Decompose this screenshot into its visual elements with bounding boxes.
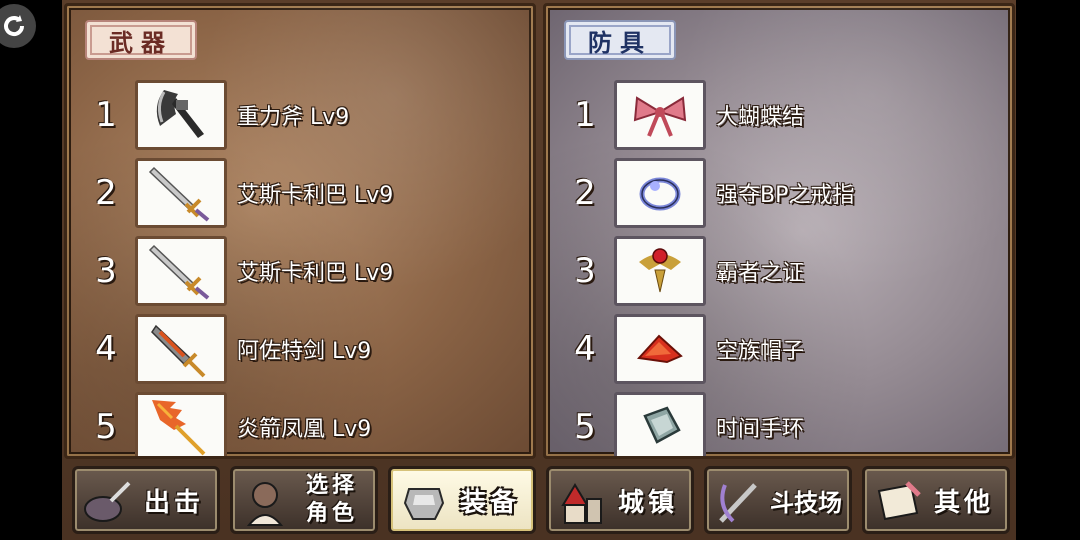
menu-label-line2: 角色 bbox=[305, 501, 358, 526]
armor-slot-3[interactable]: 3 霸者之证 bbox=[546, 234, 1012, 308]
medal-icon bbox=[614, 236, 706, 306]
slot-number: 5 bbox=[95, 407, 117, 447]
weapon-name: 炎箭凤凰 Lv9 bbox=[237, 417, 372, 442]
weapon-slot-2[interactable]: 2 艾斯卡利巴 Lv9 bbox=[67, 156, 533, 230]
silver-sword-icon bbox=[135, 236, 227, 306]
armor-slot-5[interactable]: 5 时间手环 bbox=[546, 390, 1012, 456]
weapon-slot-4[interactable]: 4 阿佐特剑 Lv9 bbox=[67, 312, 533, 386]
slot-number: 4 bbox=[95, 329, 117, 369]
left-letterbox bbox=[0, 0, 62, 540]
menu-arena-button[interactable]: 斗技场 bbox=[704, 466, 852, 534]
weapons-title: 武器 bbox=[85, 20, 197, 60]
sortie-icon bbox=[81, 475, 135, 529]
weapon-name: 艾斯卡利巴 Lv9 bbox=[237, 183, 394, 208]
menu-label-line1: 选择 bbox=[305, 473, 358, 498]
red-hat-icon bbox=[614, 314, 706, 384]
flame-dagger-icon bbox=[135, 314, 227, 384]
armor-panel: 防具 1 大蝴蝶结 2 强夺BP之戒指 3 霸者之证 4 空族帽子 5 时间手环 bbox=[543, 3, 1015, 459]
slot-number: 1 bbox=[574, 95, 596, 135]
weapon-name: 艾斯卡利巴 Lv9 bbox=[237, 261, 394, 286]
slot-number: 5 bbox=[574, 407, 596, 447]
weapon-slot-5[interactable]: 5 炎箭凤凰 Lv9 bbox=[67, 390, 533, 456]
bottom-menu: 出击 选择 角色 装备 城镇 斗技场 其他 bbox=[62, 462, 1016, 540]
slot-number: 1 bbox=[95, 95, 117, 135]
weapon-name: 重力斧 Lv9 bbox=[237, 105, 350, 130]
arena-swords-icon bbox=[713, 475, 767, 529]
menu-label: 装备 bbox=[459, 487, 520, 518]
scroll-other-icon bbox=[871, 475, 925, 529]
menu-label: 斗技场 bbox=[770, 488, 842, 517]
armor-name: 霸者之证 bbox=[716, 261, 805, 286]
menu-label: 城镇 bbox=[617, 487, 678, 518]
pink-bow-icon bbox=[614, 80, 706, 150]
armor-slot-2[interactable]: 2 强夺BP之戒指 bbox=[546, 156, 1012, 230]
menu-equipment-button[interactable]: 装备 bbox=[388, 466, 536, 534]
character-select-icon bbox=[239, 475, 293, 529]
phoenix-spear-icon bbox=[135, 392, 227, 456]
heavy-axe-icon bbox=[135, 80, 227, 150]
weapon-slot-1[interactable]: 1 重力斧 Lv9 bbox=[67, 78, 533, 152]
bracelet-icon bbox=[614, 392, 706, 456]
armor-name: 大蝴蝶结 bbox=[716, 105, 805, 130]
armor-slot-1[interactable]: 1 大蝴蝶结 bbox=[546, 78, 1012, 152]
armor-name: 时间手环 bbox=[716, 417, 805, 442]
menu-label: 选择 角色 bbox=[295, 469, 369, 531]
armor-slot-4[interactable]: 4 空族帽子 bbox=[546, 312, 1012, 386]
armor-title: 防具 bbox=[564, 20, 676, 60]
menu-town-button[interactable]: 城镇 bbox=[546, 466, 694, 534]
right-letterbox bbox=[1016, 0, 1080, 540]
armor-equip-icon bbox=[397, 475, 451, 529]
town-icon bbox=[555, 475, 609, 529]
weapons-panel: 武器 1 重力斧 Lv9 2 艾斯卡利巴 Lv9 3 艾斯卡利巴 Lv9 4 阿… bbox=[64, 3, 536, 459]
menu-character-select-button[interactable]: 选择 角色 bbox=[230, 466, 378, 534]
slot-number: 4 bbox=[574, 329, 596, 369]
refresh-icon[interactable] bbox=[0, 4, 36, 48]
weapon-name: 阿佐特剑 Lv9 bbox=[237, 339, 372, 364]
slot-number: 2 bbox=[574, 173, 596, 213]
slot-number: 3 bbox=[574, 251, 596, 291]
menu-label: 出击 bbox=[143, 487, 204, 518]
menu-sortie-button[interactable]: 出击 bbox=[72, 466, 220, 534]
weapon-slot-3[interactable]: 3 艾斯卡利巴 Lv9 bbox=[67, 234, 533, 308]
slot-number: 2 bbox=[95, 173, 117, 213]
ring-icon bbox=[614, 158, 706, 228]
armor-name: 强夺BP之戒指 bbox=[716, 183, 855, 208]
menu-other-button[interactable]: 其他 bbox=[862, 466, 1010, 534]
menu-label: 其他 bbox=[933, 487, 994, 518]
silver-sword-icon bbox=[135, 158, 227, 228]
armor-name: 空族帽子 bbox=[716, 339, 805, 364]
slot-number: 3 bbox=[95, 251, 117, 291]
